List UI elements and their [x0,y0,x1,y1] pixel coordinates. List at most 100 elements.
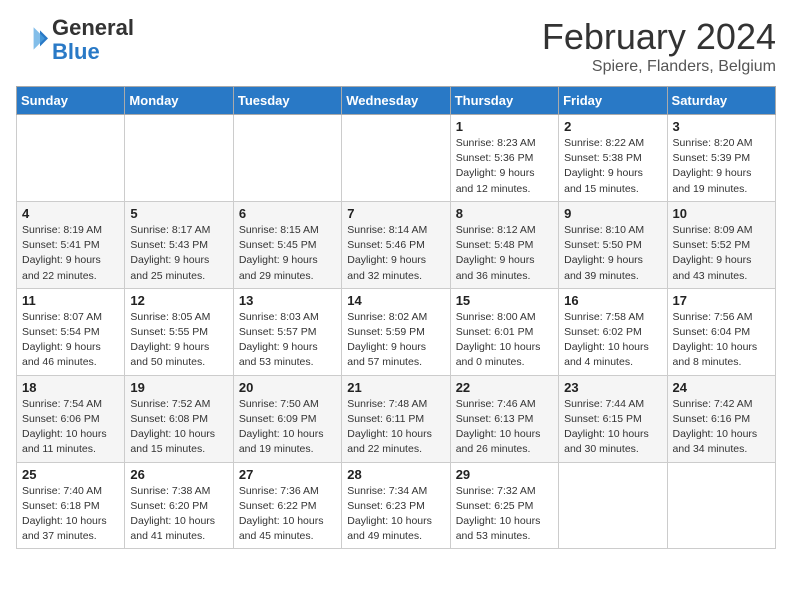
day-info: Sunrise: 7:38 AMSunset: 6:20 PMDaylight:… [130,484,227,545]
day-info: Sunrise: 8:17 AMSunset: 5:43 PMDaylight:… [130,223,227,284]
day-info: Sunrise: 8:12 AMSunset: 5:48 PMDaylight:… [456,223,553,284]
day-number: 7 [347,206,444,221]
calendar: SundayMondayTuesdayWednesdayThursdayFrid… [16,86,776,549]
day-info: Sunrise: 8:14 AMSunset: 5:46 PMDaylight:… [347,223,444,284]
day-number: 19 [130,380,227,395]
month-title: February 2024 [542,16,776,58]
day-info: Sunrise: 8:02 AMSunset: 5:59 PMDaylight:… [347,310,444,371]
calendar-cell [125,115,233,202]
calendar-cell: 14 Sunrise: 8:02 AMSunset: 5:59 PMDayligh… [342,288,450,375]
day-info: Sunrise: 8:03 AMSunset: 5:57 PMDaylight:… [239,310,336,371]
day-number: 5 [130,206,227,221]
day-number: 14 [347,293,444,308]
calendar-cell [559,462,667,549]
calendar-cell: 22Sunrise: 7:46 AMSunset: 6:13 PMDayligh… [450,375,558,462]
calendar-cell: 1 Sunrise: 8:23 AMSunset: 5:36 PMDaylight… [450,115,558,202]
calendar-cell: 25Sunrise: 7:40 AMSunset: 6:18 PMDayligh… [17,462,125,549]
day-number: 6 [239,206,336,221]
day-number: 24 [673,380,770,395]
calendar-cell: 5 Sunrise: 8:17 AMSunset: 5:43 PMDaylight… [125,201,233,288]
calendar-cell: 20Sunrise: 7:50 AMSunset: 6:09 PMDayligh… [233,375,341,462]
calendar-header-thursday: Thursday [450,87,558,115]
calendar-cell: 4 Sunrise: 8:19 AMSunset: 5:41 PMDaylight… [17,201,125,288]
day-info: Sunrise: 7:34 AMSunset: 6:23 PMDaylight:… [347,484,444,545]
calendar-cell: 12 Sunrise: 8:05 AMSunset: 5:55 PMDayligh… [125,288,233,375]
day-info: Sunrise: 7:58 AMSunset: 6:02 PMDaylight:… [564,310,661,371]
day-info: Sunrise: 8:23 AMSunset: 5:36 PMDaylight:… [456,136,553,197]
calendar-header-tuesday: Tuesday [233,87,341,115]
day-number: 1 [456,119,553,134]
calendar-cell: 6 Sunrise: 8:15 AMSunset: 5:45 PMDaylight… [233,201,341,288]
day-number: 17 [673,293,770,308]
location-title: Spiere, Flanders, Belgium [542,58,776,76]
logo: General Blue [16,16,134,64]
calendar-cell [667,462,775,549]
calendar-body: 1 Sunrise: 8:23 AMSunset: 5:36 PMDaylight… [17,115,776,549]
calendar-cell: 24 Sunrise: 7:42 AMSunset: 6:16 PMDayligh… [667,375,775,462]
day-info: Sunrise: 8:20 AMSunset: 5:39 PMDaylight:… [673,136,770,197]
calendar-cell: 19 Sunrise: 7:52 AMSunset: 6:08 PMDayligh… [125,375,233,462]
day-number: 21 [347,380,444,395]
day-number: 27 [239,467,336,482]
day-info: Sunrise: 8:19 AMSunset: 5:41 PMDaylight:… [22,223,119,284]
day-info: Sunrise: 7:36 AMSunset: 6:22 PMDaylight:… [239,484,336,545]
day-number: 2 [564,119,661,134]
day-number: 26 [130,467,227,482]
day-info: Sunrise: 7:48 AMSunset: 6:11 PMDaylight:… [347,397,444,458]
day-info: Sunrise: 7:52 AMSunset: 6:08 PMDaylight:… [130,397,227,458]
calendar-cell: 13 Sunrise: 8:03 AMSunset: 5:57 PMDayligh… [233,288,341,375]
calendar-cell [233,115,341,202]
calendar-week-1: 4 Sunrise: 8:19 AMSunset: 5:41 PMDaylight… [17,201,776,288]
calendar-cell: 2 Sunrise: 8:22 AMSunset: 5:38 PMDaylight… [559,115,667,202]
day-number: 22 [456,380,553,395]
logo-icon [16,24,48,56]
logo-blue-text: Blue [52,39,100,64]
day-number: 16 [564,293,661,308]
calendar-cell: 10 Sunrise: 8:09 AMSunset: 5:52 PMDayligh… [667,201,775,288]
day-number: 28 [347,467,444,482]
day-info: Sunrise: 8:07 AMSunset: 5:54 PMDaylight:… [22,310,119,371]
day-info: Sunrise: 7:44 AMSunset: 6:15 PMDaylight:… [564,397,661,458]
calendar-week-4: 25Sunrise: 7:40 AMSunset: 6:18 PMDayligh… [17,462,776,549]
title-area: February 2024 Spiere, Flanders, Belgium [542,16,776,76]
logo-general-text: General [52,15,134,40]
day-info: Sunrise: 8:15 AMSunset: 5:45 PMDaylight:… [239,223,336,284]
calendar-header-sunday: Sunday [17,87,125,115]
calendar-cell: 28 Sunrise: 7:34 AMSunset: 6:23 PMDayligh… [342,462,450,549]
calendar-cell: 11Sunrise: 8:07 AMSunset: 5:54 PMDayligh… [17,288,125,375]
calendar-cell: 27 Sunrise: 7:36 AMSunset: 6:22 PMDayligh… [233,462,341,549]
calendar-cell [17,115,125,202]
calendar-header-monday: Monday [125,87,233,115]
day-number: 12 [130,293,227,308]
day-number: 10 [673,206,770,221]
day-number: 15 [456,293,553,308]
calendar-header-friday: Friday [559,87,667,115]
calendar-week-3: 18 Sunrise: 7:54 AMSunset: 6:06 PMDayligh… [17,375,776,462]
day-info: Sunrise: 8:09 AMSunset: 5:52 PMDaylight:… [673,223,770,284]
calendar-cell: 15 Sunrise: 8:00 AMSunset: 6:01 PMDayligh… [450,288,558,375]
calendar-cell: 29 Sunrise: 7:32 AMSunset: 6:25 PMDayligh… [450,462,558,549]
day-info: Sunrise: 7:32 AMSunset: 6:25 PMDaylight:… [456,484,553,545]
day-info: Sunrise: 7:42 AMSunset: 6:16 PMDaylight:… [673,397,770,458]
day-number: 29 [456,467,553,482]
calendar-header-saturday: Saturday [667,87,775,115]
header: General Blue February 2024 Spiere, Fland… [16,16,776,76]
day-number: 18 [22,380,119,395]
calendar-cell: 9Sunrise: 8:10 AMSunset: 5:50 PMDaylight… [559,201,667,288]
day-number: 3 [673,119,770,134]
day-info: Sunrise: 7:54 AMSunset: 6:06 PMDaylight:… [22,397,119,458]
day-info: Sunrise: 8:10 AMSunset: 5:50 PMDaylight:… [564,223,661,284]
day-info: Sunrise: 8:05 AMSunset: 5:55 PMDaylight:… [130,310,227,371]
day-number: 20 [239,380,336,395]
day-info: Sunrise: 8:00 AMSunset: 6:01 PMDaylight:… [456,310,553,371]
calendar-cell: 17 Sunrise: 7:56 AMSunset: 6:04 PMDayligh… [667,288,775,375]
day-number: 8 [456,206,553,221]
day-info: Sunrise: 8:22 AMSunset: 5:38 PMDaylight:… [564,136,661,197]
day-number: 4 [22,206,119,221]
calendar-cell: 16 Sunrise: 7:58 AMSunset: 6:02 PMDayligh… [559,288,667,375]
day-number: 13 [239,293,336,308]
day-info: Sunrise: 7:56 AMSunset: 6:04 PMDaylight:… [673,310,770,371]
day-info: Sunrise: 7:40 AMSunset: 6:18 PMDaylight:… [22,484,119,545]
calendar-header-wednesday: Wednesday [342,87,450,115]
calendar-week-0: 1 Sunrise: 8:23 AMSunset: 5:36 PMDaylight… [17,115,776,202]
